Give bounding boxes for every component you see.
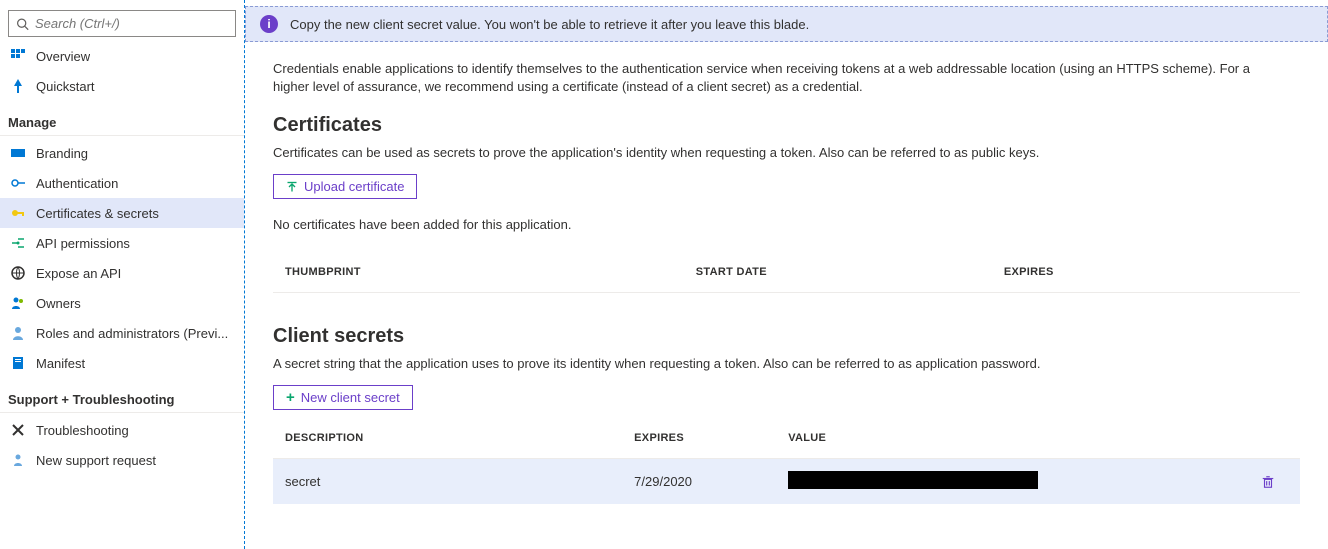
- sidebar: « Overview Quickstart Manage Branding Au…: [0, 0, 245, 549]
- key-icon: [10, 205, 26, 221]
- secret-value-cell: [776, 459, 1248, 505]
- intro-text: Credentials enable applications to ident…: [273, 60, 1253, 96]
- sidebar-item-label: Authentication: [36, 176, 118, 191]
- sidebar-item-certificates-secrets[interactable]: Certificates & secrets: [0, 198, 244, 228]
- sidebar-item-api-permissions[interactable]: API permissions: [0, 228, 244, 258]
- sidebar-item-quickstart[interactable]: Quickstart: [0, 71, 244, 101]
- search-icon: [16, 17, 29, 30]
- search-wrap: [0, 6, 244, 41]
- sidebar-item-branding[interactable]: Branding: [0, 138, 244, 168]
- info-icon: i: [260, 15, 278, 33]
- sidebar-item-label: Manifest: [36, 356, 85, 371]
- certificates-empty: No certificates have been added for this…: [273, 217, 1300, 232]
- col-description: DESCRIPTION: [273, 418, 622, 459]
- support-icon: [10, 452, 26, 468]
- search-input[interactable]: [8, 10, 236, 37]
- sidebar-item-label: New support request: [36, 453, 156, 468]
- branding-icon: [10, 145, 26, 161]
- col-expires: EXPIRES: [992, 252, 1300, 293]
- col-startdate: START DATE: [684, 252, 992, 293]
- certificates-table: THUMBPRINT START DATE EXPIRES: [273, 252, 1300, 293]
- certificates-desc: Certificates can be used as secrets to p…: [273, 145, 1300, 160]
- sidebar-item-support-request[interactable]: New support request: [0, 445, 244, 475]
- owners-icon: [10, 295, 26, 311]
- certificates-heading: Certificates: [273, 114, 1300, 137]
- col-expires: EXPIRES: [622, 418, 776, 459]
- col-thumbprint: THUMBPRINT: [273, 252, 684, 293]
- sidebar-item-manifest[interactable]: Manifest: [0, 348, 244, 378]
- upload-certificate-label: Upload certificate: [304, 179, 404, 194]
- delete-secret-button[interactable]: [1261, 475, 1288, 489]
- sidebar-item-label: Certificates & secrets: [36, 206, 159, 221]
- sidebar-item-label: Expose an API: [36, 266, 121, 281]
- new-client-secret-label: New client secret: [301, 390, 400, 405]
- authentication-icon: [10, 175, 26, 191]
- api-permissions-icon: [10, 235, 26, 251]
- sidebar-item-authentication[interactable]: Authentication: [0, 168, 244, 198]
- clientsecrets-heading: Client secrets: [273, 325, 1300, 348]
- sidebar-section-support: Support + Troubleshooting: [0, 378, 244, 413]
- secret-description: secret: [273, 459, 622, 505]
- expose-api-icon: [10, 265, 26, 281]
- sidebar-item-label: Roles and administrators (Previ...: [36, 326, 228, 341]
- sidebar-item-label: Quickstart: [36, 79, 95, 94]
- table-row: secret 7/29/2020: [273, 459, 1300, 505]
- col-value: VALUE: [776, 418, 1248, 459]
- sidebar-item-label: Owners: [36, 296, 81, 311]
- sidebar-item-label: Overview: [36, 49, 90, 64]
- troubleshooting-icon: [10, 422, 26, 438]
- overview-icon: [10, 48, 26, 64]
- info-banner: i Copy the new client secret value. You …: [245, 6, 1328, 42]
- sidebar-item-roles[interactable]: Roles and administrators (Previ...: [0, 318, 244, 348]
- new-client-secret-button[interactable]: + New client secret: [273, 385, 413, 410]
- sidebar-item-label: API permissions: [36, 236, 130, 251]
- sidebar-item-expose-api[interactable]: Expose an API: [0, 258, 244, 288]
- plus-icon: +: [286, 392, 295, 404]
- sidebar-item-owners[interactable]: Owners: [0, 288, 244, 318]
- sidebar-section-manage: Manage: [0, 101, 244, 136]
- secret-value-masked: [788, 471, 1038, 489]
- sidebar-item-label: Branding: [36, 146, 88, 161]
- manifest-icon: [10, 355, 26, 371]
- roles-icon: [10, 325, 26, 341]
- sidebar-item-troubleshooting[interactable]: Troubleshooting: [0, 415, 244, 445]
- upload-icon: [286, 181, 298, 193]
- upload-certificate-button[interactable]: Upload certificate: [273, 174, 417, 199]
- quickstart-icon: [10, 78, 26, 94]
- sidebar-item-overview[interactable]: Overview: [0, 41, 244, 71]
- main-content: i Copy the new client secret value. You …: [245, 0, 1328, 549]
- clientsecrets-table: DESCRIPTION EXPIRES VALUE secret 7/29/20…: [273, 418, 1300, 504]
- info-banner-text: Copy the new client secret value. You wo…: [290, 17, 809, 32]
- sidebar-item-label: Troubleshooting: [36, 423, 129, 438]
- clientsecrets-desc: A secret string that the application use…: [273, 356, 1300, 371]
- secret-expires: 7/29/2020: [622, 459, 776, 505]
